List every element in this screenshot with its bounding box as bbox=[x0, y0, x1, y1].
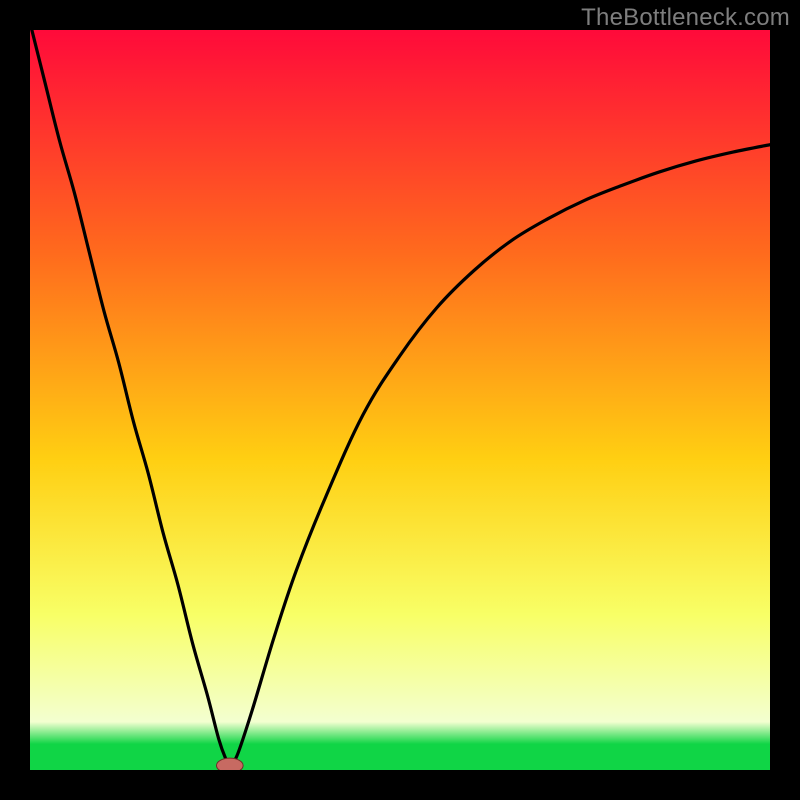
chart-svg bbox=[30, 30, 770, 770]
attribution-watermark: TheBottleneck.com bbox=[581, 4, 790, 32]
minimum-marker bbox=[216, 758, 243, 770]
plot-area bbox=[30, 30, 770, 770]
gradient-background bbox=[30, 30, 770, 770]
chart-stage: TheBottleneck.com bbox=[0, 0, 800, 800]
